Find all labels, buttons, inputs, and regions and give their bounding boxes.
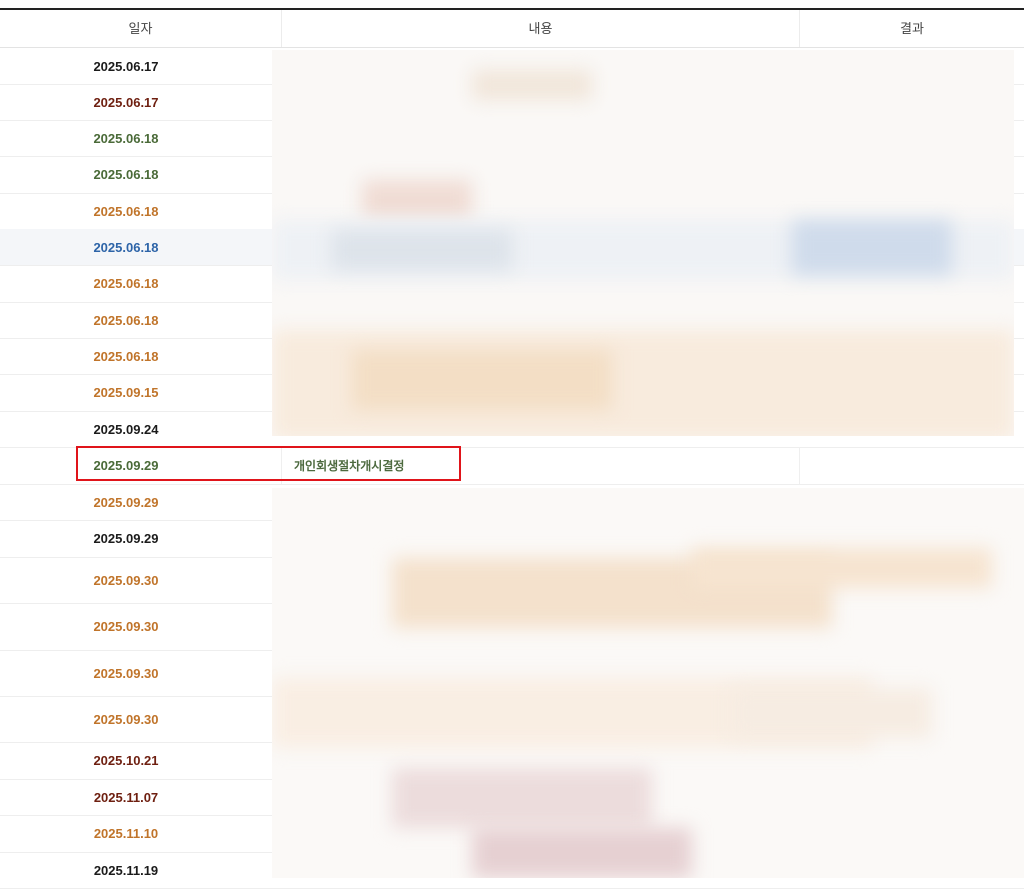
- column-divider: [799, 447, 800, 484]
- row-date: 2025.09.15: [93, 385, 159, 400]
- row-date: 2025.09.30: [93, 572, 159, 588]
- row-date: 2025.06.17: [93, 58, 159, 74]
- row-date: 2025.11.10: [93, 826, 159, 841]
- row-date: 2025.09.29: [93, 531, 159, 546]
- header-result: 결과: [900, 21, 924, 36]
- row-date: 2025.06.18: [93, 348, 159, 364]
- row-date: 2025.06.18: [93, 276, 159, 291]
- row-date: 2025.09.29: [93, 494, 159, 510]
- row-date: 2025.10.21: [93, 753, 159, 768]
- row-date: 2025.06.18: [93, 167, 159, 182]
- header-content: 내용: [282, 10, 800, 47]
- header-date: 일자: [0, 10, 282, 47]
- row-date: 2025.06.18: [93, 312, 159, 328]
- redacted-region-lower: [272, 488, 1024, 878]
- row-date: 2025.09.30: [93, 619, 159, 634]
- row-date: 2025.06.18: [93, 203, 159, 219]
- row-date: 2025.11.07: [93, 789, 159, 805]
- row-date: 2025.06.17: [93, 94, 159, 110]
- row-date: 2025.06.18: [93, 130, 159, 146]
- row-date: 2025.09.30: [93, 665, 159, 681]
- case-history-table: 일자 내용 결과 2025.06.17 2025.06.17 2025.06.1…: [0, 0, 1024, 889]
- redacted-region-upper: [272, 50, 1014, 436]
- table-header: 일자 내용 결과: [0, 10, 1024, 48]
- row-date: 2025.09.24: [93, 421, 159, 437]
- highlight-box: [76, 446, 461, 481]
- row-date: 2025.09.30: [93, 711, 159, 727]
- row-date: 2025.06.18: [93, 239, 159, 255]
- row-date: 2025.11.19: [93, 862, 159, 878]
